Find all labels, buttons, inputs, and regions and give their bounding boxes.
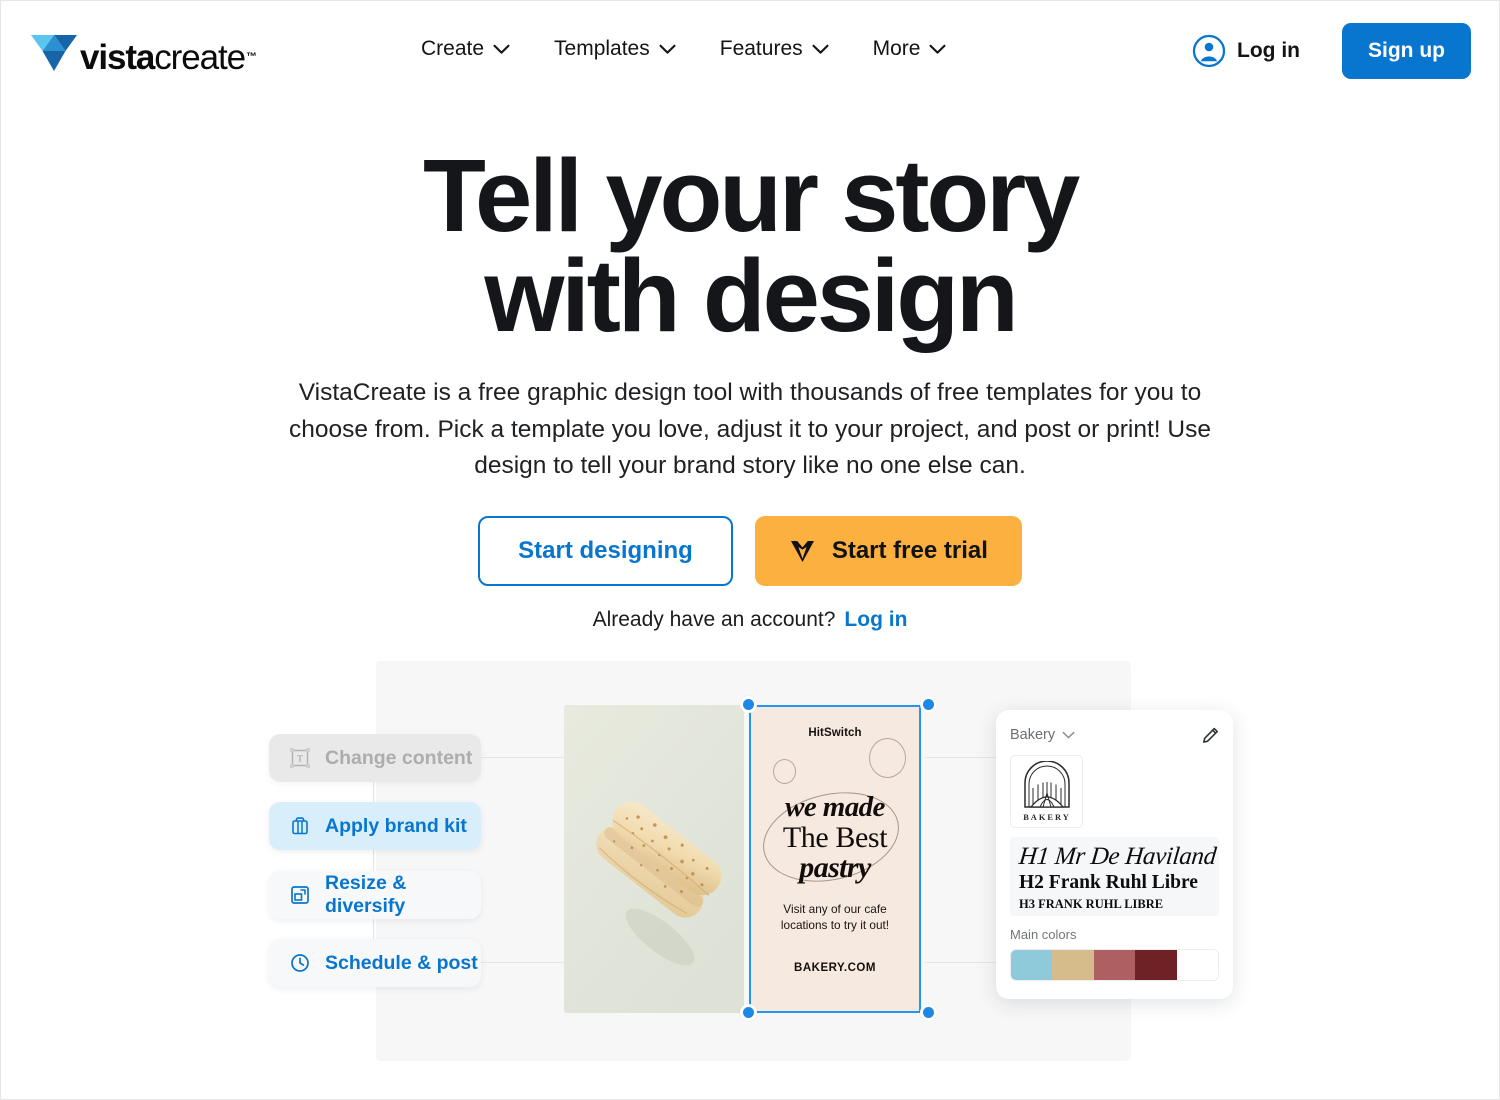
chip-change-content[interactable]: T Change content — [269, 734, 481, 782]
brand-kit-font-h3: H3 FRANK RUHL LIBRE — [1019, 897, 1164, 912]
nav-item-create[interactable]: Create — [419, 33, 512, 65]
hero-section: Tell your story with design VistaCreate … — [1, 102, 1499, 632]
brand-kit-swatches — [1010, 949, 1219, 981]
brand-kit-panel: Bakery BAKERY H1 Mr De Haviland H2 Frank… — [996, 710, 1233, 999]
chip-label-resize-diversify: Resize & diversify — [325, 872, 407, 917]
design-card[interactable]: HitSwitch we made The Best pastry Visit … — [749, 705, 921, 1013]
user-avatar-icon — [1192, 34, 1226, 68]
resize-frame-icon — [291, 886, 309, 904]
brand-kit-bag-icon — [292, 817, 308, 835]
diamond-gem-icon — [790, 540, 814, 562]
design-card-body-text: Visit any of our cafe locations to try i… — [780, 902, 890, 932]
color-swatch[interactable] — [1011, 950, 1053, 980]
start-designing-button[interactable]: Start designing — [478, 516, 733, 587]
logo-wordmark: vistacreate™ — [80, 38, 257, 77]
connector-line — [481, 757, 565, 758]
nav-label-templates: Templates — [554, 37, 650, 60]
main-navigation: Create Templates Features More — [419, 33, 948, 65]
account-login-link[interactable]: Log in — [844, 608, 907, 631]
nav-item-more[interactable]: More — [871, 33, 949, 65]
chip-label-schedule-post: Schedule & post — [325, 951, 478, 974]
connector-line — [481, 962, 565, 963]
chip-apply-brand-kit[interactable]: Apply brand kit — [269, 802, 481, 850]
chevron-down-icon — [659, 44, 676, 54]
chevron-down-icon — [929, 44, 947, 54]
design-card-title-line-1: we made — [785, 791, 885, 823]
chevron-down-icon — [812, 44, 829, 54]
design-card-brand-tag: HitSwitch — [808, 727, 862, 739]
brand-kit-fonts: H1 Mr De Haviland H2 Frank Ruhl Libre H3… — [1010, 837, 1219, 916]
start-free-trial-button[interactable]: Start free trial — [754, 516, 1022, 587]
header-actions: Log in Sign up — [1192, 23, 1471, 79]
header-login-label: Log in — [1237, 39, 1300, 62]
brand-kit-header: Bakery — [1010, 724, 1219, 746]
eclair-pastry-photo — [564, 705, 744, 1013]
color-swatch[interactable] — [1052, 950, 1094, 980]
hero-description: VistaCreate is a free graphic design too… — [289, 378, 1211, 480]
text-box-icon: T — [290, 748, 310, 768]
brand-kit-selector[interactable]: Bakery — [1010, 727, 1075, 743]
logo-word-vista: vista — [80, 38, 155, 77]
headline-line-1: Tell your story — [422, 138, 1080, 253]
vistacreate-v-logo-icon — [31, 35, 77, 71]
brand-kit-font-h1: H1 Mr De Haviland — [1017, 843, 1218, 870]
pastry-photo-card[interactable] — [564, 705, 744, 1013]
brand-kit-logo-caption: BAKERY — [1023, 813, 1071, 822]
pencil-edit-icon[interactable] — [1202, 727, 1219, 744]
logo-trademark: ™ — [245, 51, 257, 64]
svg-text:T: T — [297, 754, 303, 764]
logo-word-create: create — [154, 38, 246, 77]
brand-kit-font-h2: H2 Frank Ruhl Libre — [1019, 872, 1198, 893]
connector-line — [373, 757, 374, 963]
chevron-down-icon — [1062, 731, 1075, 738]
nav-item-templates[interactable]: Templates — [552, 33, 678, 65]
product-illustration: T Change content Apply brand kit Resize … — [1, 661, 1499, 1099]
color-swatch[interactable] — [1093, 950, 1136, 980]
hero-cta-row: Start designing Start free trial — [1, 516, 1499, 587]
clock-icon — [291, 954, 309, 972]
selection-handle-top-right[interactable] — [920, 696, 937, 713]
vistacreate-logo[interactable]: vistacreate™ — [31, 29, 257, 77]
decorative-circle — [869, 738, 906, 778]
brand-kit-logo-tile[interactable]: BAKERY — [1010, 755, 1083, 828]
nav-label-more: More — [872, 37, 921, 60]
chevron-down-icon — [493, 44, 510, 54]
site-header: vistacreate™ Create Templates Features M… — [1, 1, 1499, 102]
selection-handle-bottom-right[interactable] — [920, 1004, 937, 1021]
chip-label-change-content: Change content — [325, 746, 473, 769]
header-login-link[interactable]: Log in — [1192, 34, 1300, 68]
selection-handle-bottom-left[interactable] — [740, 1004, 757, 1021]
selection-handle-top-left[interactable] — [740, 696, 757, 713]
design-card-title-line-2: The Best — [782, 821, 888, 854]
design-card-headline: we made The Best pastry — [751, 779, 919, 895]
design-card-url: BAKERY.COM — [794, 962, 876, 974]
nav-label-create: Create — [421, 37, 485, 60]
nav-label-features: Features — [719, 37, 803, 60]
decorative-circle — [773, 759, 796, 784]
headline-line-2: with design — [484, 237, 1019, 353]
brand-kit-colors-label: Main colors — [1010, 927, 1077, 942]
bakery-arch-logo-icon: BAKERY — [1023, 760, 1071, 822]
design-card-title-line-3: pastry — [799, 851, 871, 884]
chip-schedule-post[interactable]: Schedule & post — [269, 939, 481, 987]
chip-label-apply-brand-kit: Apply brand kit — [325, 814, 467, 837]
account-prompt-row: Already have an account? Log in — [1, 608, 1499, 632]
chip-resize-diversify[interactable]: Resize & diversify — [269, 871, 481, 919]
color-swatch[interactable] — [1176, 950, 1218, 980]
color-swatch[interactable] — [1135, 950, 1177, 980]
page-title: Tell your story with design — [1, 138, 1499, 353]
nav-item-features[interactable]: Features — [718, 33, 831, 65]
account-prompt-text: Already have an account? — [592, 608, 836, 632]
start-free-trial-label: Start free trial — [831, 537, 988, 565]
brand-kit-title: Bakery — [1010, 727, 1056, 743]
signup-button[interactable]: Sign up — [1342, 23, 1471, 79]
vistacreate-landing-page: vistacreate™ Create Templates Features M… — [0, 0, 1500, 1100]
